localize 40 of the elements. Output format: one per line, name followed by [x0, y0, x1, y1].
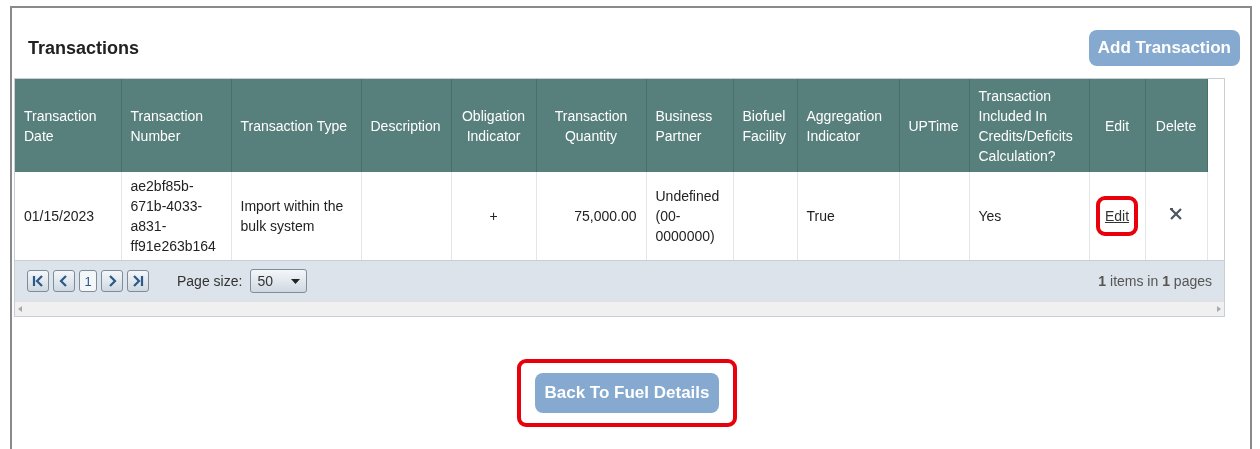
scroll-left-icon	[18, 306, 22, 312]
column-header: Edit	[1089, 79, 1145, 172]
previous-page-button[interactable]	[53, 270, 75, 292]
scroll-right-icon	[1217, 306, 1221, 312]
table-cell: +	[489, 208, 498, 224]
column-header: Business Partner	[646, 79, 733, 172]
column-header: Description	[361, 79, 451, 172]
table-cell: Undefined (00-0000000)	[655, 188, 720, 244]
delete-icon[interactable]	[1169, 207, 1183, 221]
items-summary: 1 items in 1 pages	[1098, 273, 1212, 289]
horizontal-scrollbar[interactable]	[15, 301, 1224, 316]
caret-icon	[291, 278, 301, 284]
last-page-icon	[132, 275, 144, 287]
first-page-button[interactable]	[27, 270, 49, 292]
page-size-dropdown[interactable]: 50	[250, 269, 308, 293]
column-header: Biofuel Facility	[733, 79, 797, 172]
table-cell: True	[806, 208, 835, 224]
table-cell: Import within the bulk system	[240, 198, 344, 234]
column-header: UPTime	[899, 79, 969, 172]
section-title: Transactions	[28, 37, 140, 59]
column-header: Transaction Quantity	[536, 79, 646, 172]
table-cell: ae2bf85b-671b-4033-a831-ff91e263b164	[130, 178, 216, 254]
column-header: Transaction Included In Credits/Deficits Calculation?	[969, 79, 1089, 172]
chevron-left-icon	[58, 275, 70, 287]
column-header: Transaction Type	[231, 79, 361, 172]
table-cell: 75,000.00	[574, 208, 637, 224]
column-header: Aggregation Indicator	[797, 79, 899, 172]
page-number-button[interactable]: 1	[79, 270, 97, 292]
column-header: Delete	[1145, 79, 1207, 172]
last-page-button[interactable]	[127, 270, 149, 292]
table-cell: 01/15/2023	[24, 208, 95, 224]
table-cell: Yes	[978, 208, 1002, 224]
column-header: Obligation Indicator	[451, 79, 536, 172]
edit-link[interactable]: Edit	[1104, 208, 1130, 224]
first-page-icon	[32, 275, 44, 287]
chevron-right-icon	[106, 275, 118, 287]
column-header: Transaction Number	[121, 79, 231, 172]
column-header: Transaction Date	[15, 79, 121, 172]
next-page-button[interactable]	[101, 270, 123, 292]
page-size-label: Page size:	[177, 273, 243, 289]
